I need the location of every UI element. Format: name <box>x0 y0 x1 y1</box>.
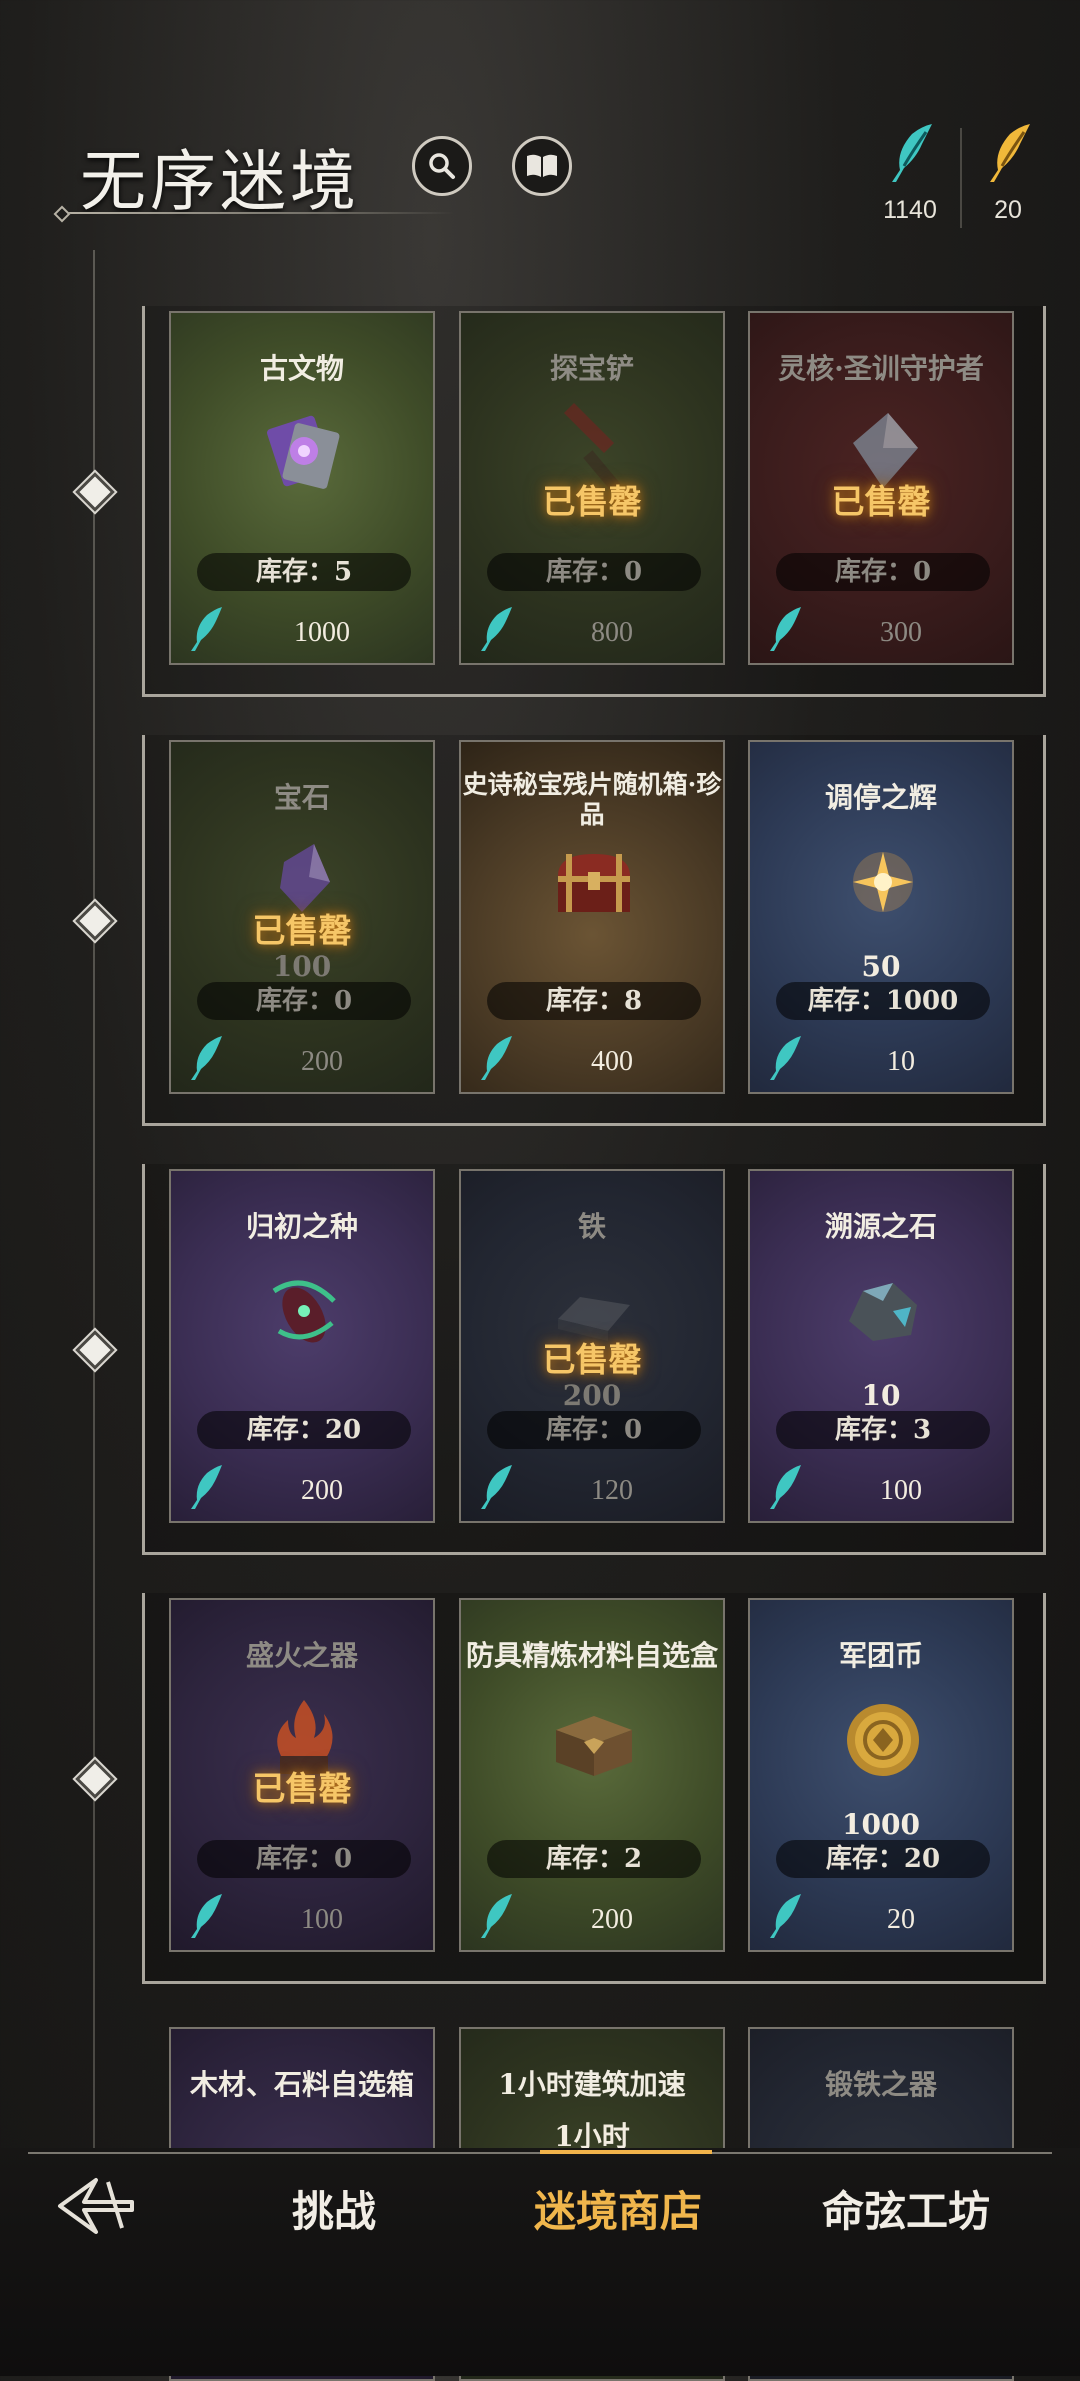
currency-gold: 20 <box>968 122 1048 225</box>
back-emblem-icon <box>58 2178 134 2234</box>
shop-item-card[interactable]: 灵核·圣训守护者 已售罄 库存：0 300 <box>748 311 1014 665</box>
item-name: 铁 <box>577 1210 606 1243</box>
shop-item-card[interactable]: 古文物 库存：5 1000 <box>169 311 435 665</box>
item-stock: 库存：2 <box>487 1840 701 1878</box>
tab-workshop[interactable]: 命弦工坊 <box>822 2178 990 2239</box>
item-name: 调停之辉 <box>824 781 937 814</box>
shop-item-card[interactable]: 探宝铲 已售罄 库存：0 800 <box>459 311 725 665</box>
item-price: 120 <box>591 1475 633 1506</box>
item-name: 宝石 <box>273 781 330 814</box>
gold-quill-icon <box>990 124 1030 182</box>
item-quantity: 200 <box>562 1379 622 1412</box>
sold-out-label: 已售罄 <box>252 911 352 950</box>
shop-item-card[interactable]: 铁 已售罄 200 库存：0 120 <box>459 1169 725 1523</box>
page-title: 无序迷境 <box>80 143 360 220</box>
item-stock: 库存：0 <box>487 1411 701 1449</box>
armor-box-icon <box>556 1716 632 1776</box>
item-name: 探宝铲 <box>549 352 634 385</box>
item-stock: 库存：1000 <box>776 982 990 1020</box>
item-price: 300 <box>880 617 922 648</box>
item-price: 20 <box>887 1904 915 1935</box>
shop-item-card[interactable]: 盛火之器 已售罄 库存：0 100 <box>169 1598 435 1952</box>
book-icon <box>527 154 557 177</box>
item-price: 200 <box>301 1046 343 1077</box>
item-price: 100 <box>880 1475 922 1506</box>
item-quantity: 10 <box>861 1379 901 1412</box>
item-stock: 库存：3 <box>776 1411 990 1449</box>
shop-item-card[interactable]: 归初之种 库存：20 200 <box>169 1169 435 1523</box>
item-stock: 库存：0 <box>487 553 701 591</box>
currency-blue: 1140 <box>870 122 950 225</box>
item-price: 400 <box>591 1046 633 1077</box>
active-tab-indicator <box>540 2150 712 2154</box>
sold-out-label: 已售罄 <box>542 1340 642 1379</box>
blue-quill-icon <box>892 124 932 182</box>
back-button[interactable] <box>56 2172 138 2242</box>
timeline-node <box>75 901 115 941</box>
item-stock: 库存：0 <box>197 1840 411 1878</box>
item-name: 木材、石料自选箱 <box>189 2068 414 2101</box>
item-price: 100 <box>301 1904 343 1935</box>
sold-out-label: 已售罄 <box>831 482 931 521</box>
item-name: 盛火之器 <box>245 1639 358 1672</box>
shop-item-card[interactable]: 防具精炼材料自选盒 库存：2 200 <box>459 1598 725 1952</box>
item-name: 古文物 <box>259 352 344 385</box>
shop-item-card[interactable]: 溯源之石 10 库存：3 100 <box>748 1169 1014 1523</box>
item-name: 归初之种 <box>245 1210 358 1243</box>
item-quantity: 50 <box>861 950 901 983</box>
item-stock: 库存：8 <box>487 982 701 1020</box>
item-stock: 库存：5 <box>197 553 411 591</box>
ore-stone-icon <box>849 1283 917 1341</box>
artifact-icon <box>266 415 340 489</box>
item-quantity: 100 <box>272 950 332 983</box>
tab-challenge[interactable]: 挑战 <box>292 2178 376 2239</box>
item-price: 200 <box>301 1475 343 1506</box>
item-price: 10 <box>887 1046 915 1077</box>
search-icon <box>429 153 455 179</box>
shop-item-card[interactable]: 军团币 1000 库存：20 20 <box>748 1598 1014 1952</box>
currency-blue-amount: 1140 <box>883 196 937 224</box>
item-name: 锻铁之器 <box>824 2068 937 2101</box>
item-stock: 库存：20 <box>776 1840 990 1878</box>
shop-item-card[interactable]: 史诗秘宝残片随机箱·珍品 库存：8 400 <box>459 740 725 1094</box>
timeline-line <box>93 250 95 2150</box>
item-quantity: 1000 <box>842 1808 920 1841</box>
legion-coin-icon <box>847 1704 919 1776</box>
tab-shop[interactable]: 迷境商店 <box>534 2178 702 2239</box>
item-name: 军团币 <box>838 1639 923 1672</box>
radiance-icon <box>853 852 913 912</box>
item-price: 200 <box>591 1904 633 1935</box>
item-price: 1000 <box>294 617 350 648</box>
timeline-node <box>75 472 115 512</box>
item-name: 溯源之石 <box>824 1210 937 1243</box>
shop-item-card[interactable]: 宝石 已售罄 100 库存：0 200 <box>169 740 435 1094</box>
item-name: 史诗秘宝残片随机箱·珍品 <box>462 770 722 829</box>
shop-item-card[interactable]: 调停之辉 50 库存：1000 10 <box>748 740 1014 1094</box>
item-name: 防具精炼材料自选盒 <box>465 1639 718 1672</box>
treasure-chest-icon <box>558 854 630 912</box>
sold-out-label: 已售罄 <box>542 482 642 521</box>
sold-out-label: 已售罄 <box>252 1769 352 1808</box>
item-price: 800 <box>591 617 633 648</box>
timeline-node <box>75 1330 115 1370</box>
item-stock: 库存：0 <box>197 982 411 1020</box>
item-name: 灵核·圣训守护者 <box>778 352 984 385</box>
currency-gold-amount: 20 <box>994 196 1022 224</box>
title-underline <box>62 212 454 214</box>
currency-divider <box>960 128 962 228</box>
seed-icon <box>272 1280 336 1343</box>
search-button[interactable] <box>412 136 472 196</box>
timeline-node <box>75 1759 115 1799</box>
guide-book-button[interactable] <box>512 136 572 196</box>
item-stock: 库存：0 <box>776 553 990 591</box>
item-stock: 库存：20 <box>197 1411 411 1449</box>
item-name: 1小时建筑加速 <box>498 2068 686 2101</box>
